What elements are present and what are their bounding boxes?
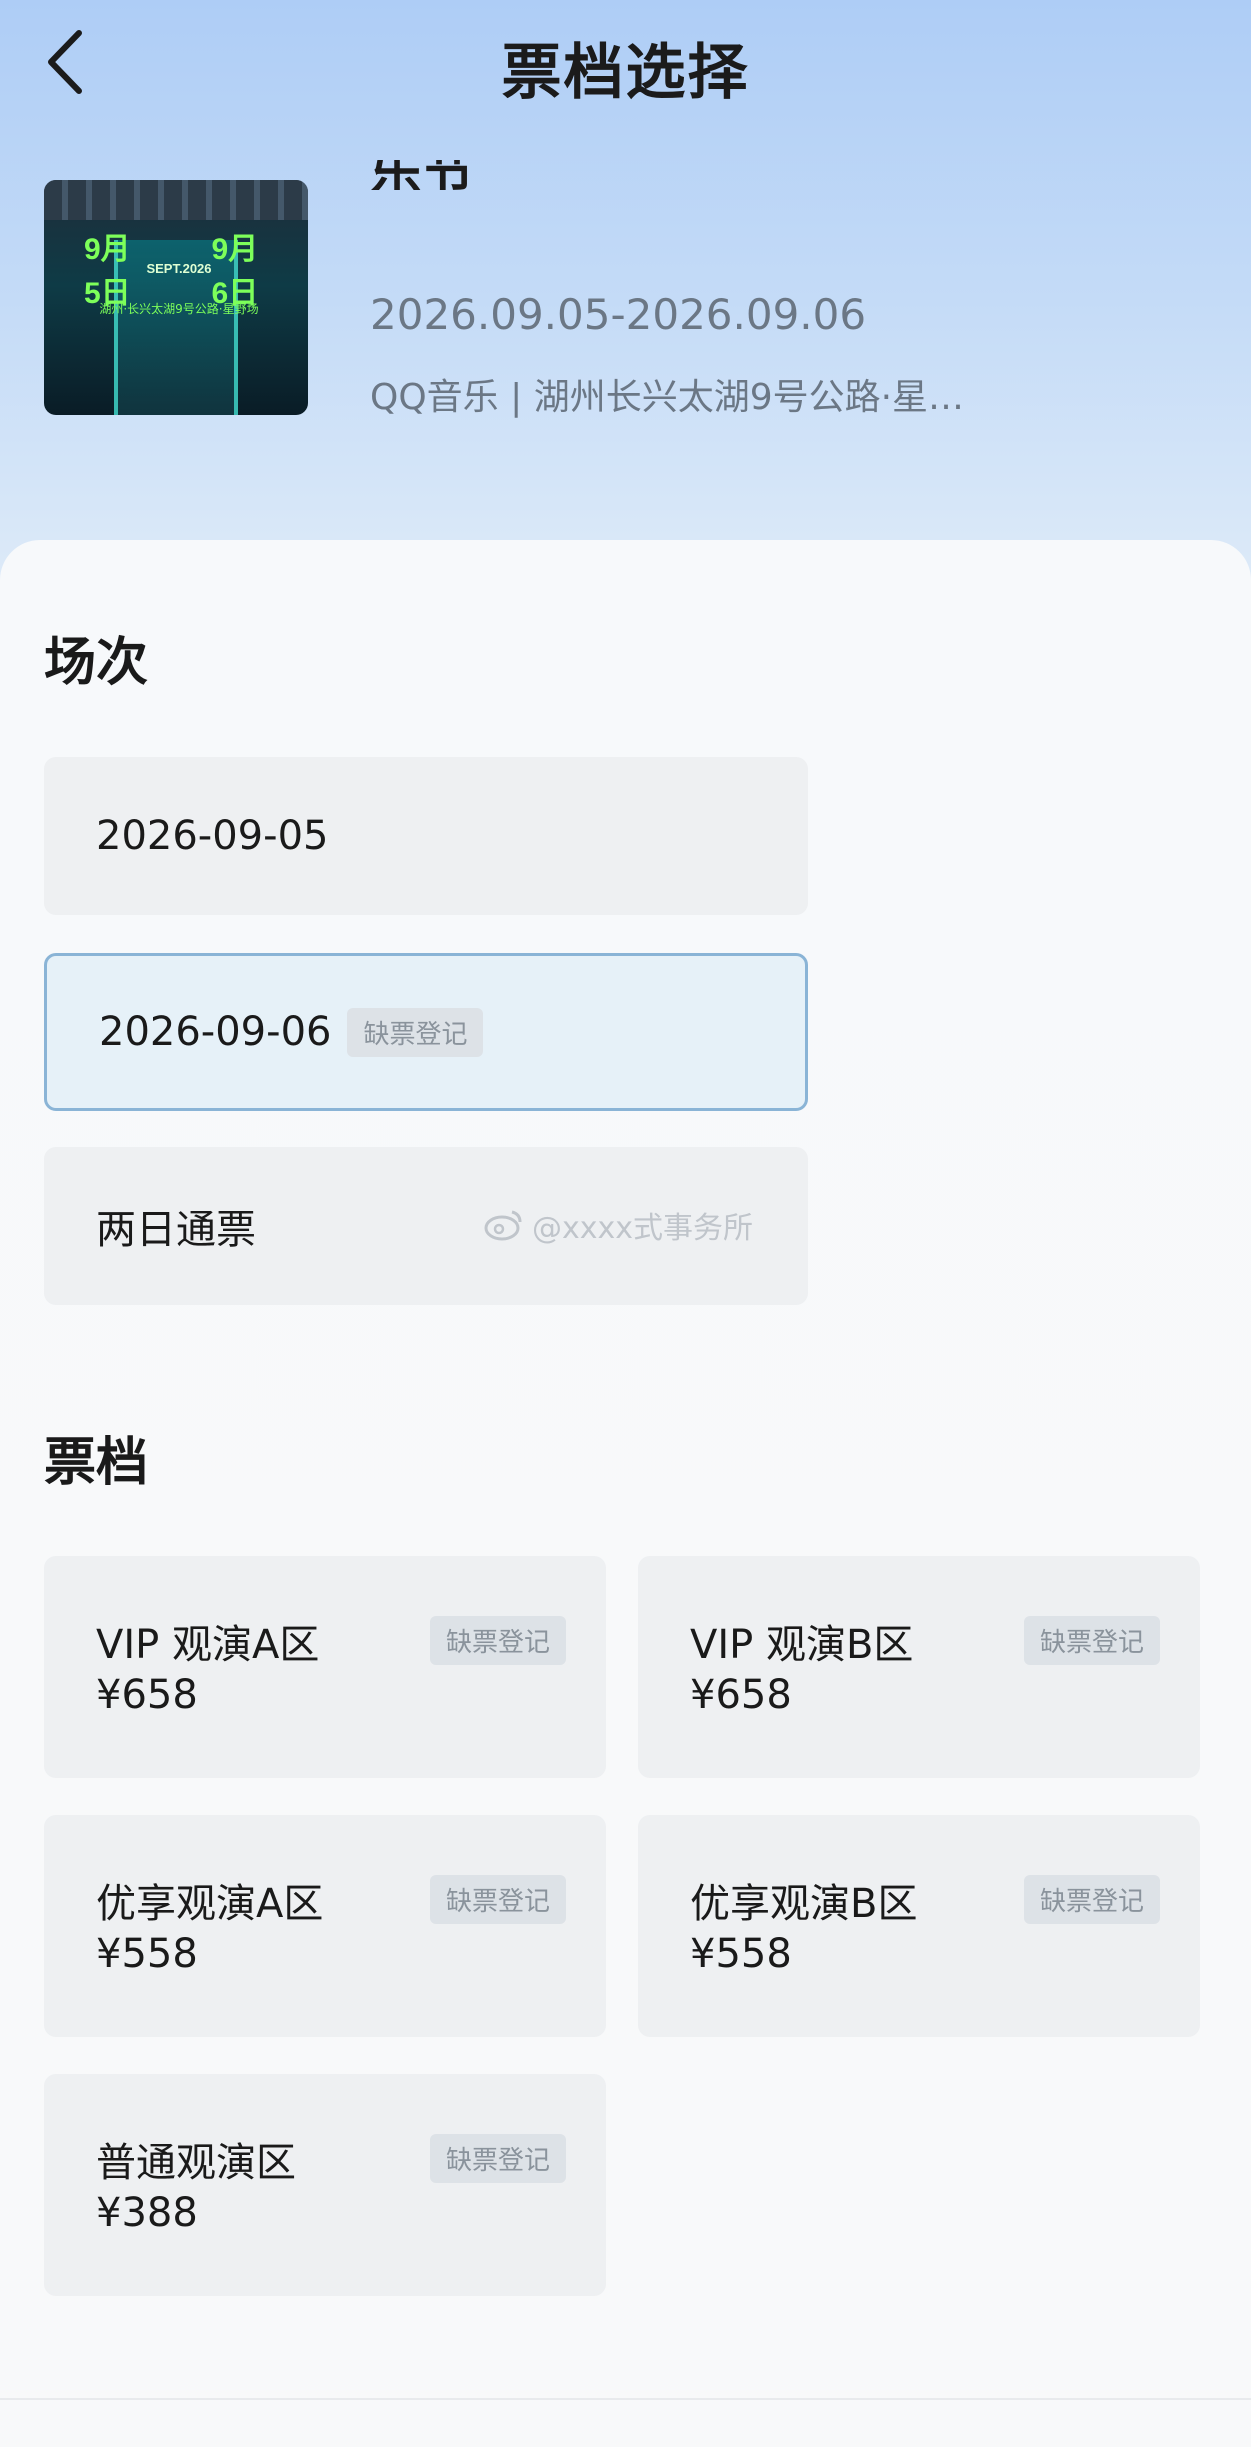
ticket-price: ¥658 <box>690 1672 792 1718</box>
event-summary: 9月5日 SEPT.2026 9月6日 湖州·长兴太湖9号公路·星野场 乐节 2… <box>0 120 1251 420</box>
ticket-option-general[interactable]: 普通观演区 ¥388 缺票登记 <box>44 2074 606 2296</box>
tickets-section-title: 票档 <box>44 1433 149 1493</box>
session-label: 2026-09-05 <box>96 813 329 859</box>
session-option-0906[interactable]: 2026-09-06 缺票登记 <box>44 953 808 1111</box>
top-bar: 票档选择 <box>0 0 1251 120</box>
watermark-text: @xxxx式事务所 <box>532 1211 754 1246</box>
waitlist-badge: 缺票登记 <box>429 1875 566 1924</box>
ticket-name: VIP 观演B区 <box>690 1622 914 1668</box>
ticket-price: ¥558 <box>96 1931 198 1977</box>
ticket-price: ¥388 <box>96 2190 198 2236</box>
ticket-name: VIP 观演A区 <box>96 1622 320 1668</box>
event-venue: QQ音乐 | 湖州长兴太湖9号公路·星… <box>370 377 965 418</box>
event-poster-image: 9月5日 SEPT.2026 9月6日 湖州·长兴太湖9号公路·星野场 <box>44 180 308 415</box>
poster-beam-decoration <box>44 180 308 220</box>
ticket-name: 普通观演区 <box>96 2140 296 2186</box>
ticket-option-vip-b[interactable]: VIP 观演B区 ¥658 缺票登记 <box>638 1556 1200 1778</box>
watermark: @xxxx式事务所 <box>484 1200 784 1250</box>
ticket-name: 优享观演A区 <box>96 1881 324 1927</box>
ticket-option-vip-a[interactable]: VIP 观演A区 ¥658 缺票登记 <box>44 1556 606 1778</box>
event-date-range: 2026.09.05-2026.09.06 <box>370 290 867 339</box>
ticket-option-premium-b[interactable]: 优享观演B区 ¥558 缺票登记 <box>638 1815 1200 2037</box>
ticket-option-premium-a[interactable]: 优享观演A区 ¥558 缺票登记 <box>44 1815 606 2037</box>
waitlist-badge: 缺票登记 <box>347 1007 484 1057</box>
waitlist-badge: 缺票登记 <box>1023 1875 1160 1924</box>
poster-date-right: 9月6日 <box>211 233 259 310</box>
poster-subtitle: 湖州·长兴太湖9号公路·星野场 <box>99 302 259 316</box>
weibo-icon <box>484 1210 522 1241</box>
waitlist-badge: 缺票登记 <box>429 2134 566 2183</box>
waitlist-badge: 缺票登记 <box>1023 1616 1160 1665</box>
poster-date-left: 9月5日 <box>84 233 131 310</box>
poster-dates: 9月5日 SEPT.2026 9月6日 <box>84 233 274 310</box>
poster-date-mid: SEPT.2026 <box>146 260 212 276</box>
event-name: 乐节 <box>370 160 475 190</box>
ticket-price: ¥558 <box>690 1931 792 1977</box>
ticket-price: ¥658 <box>96 1672 198 1718</box>
session-label: 2026-09-06 <box>99 1009 332 1055</box>
waitlist-badge: 缺票登记 <box>429 1616 566 1665</box>
session-option-0905[interactable]: 2026-09-05 <box>44 757 808 915</box>
session-label: 两日通票 <box>96 1207 256 1253</box>
sessions-section-title: 场次 <box>44 633 149 693</box>
bottom-divider <box>0 2398 1251 2400</box>
ticket-name: 优享观演B区 <box>690 1881 918 1927</box>
page-title: 票档选择 <box>501 38 750 108</box>
